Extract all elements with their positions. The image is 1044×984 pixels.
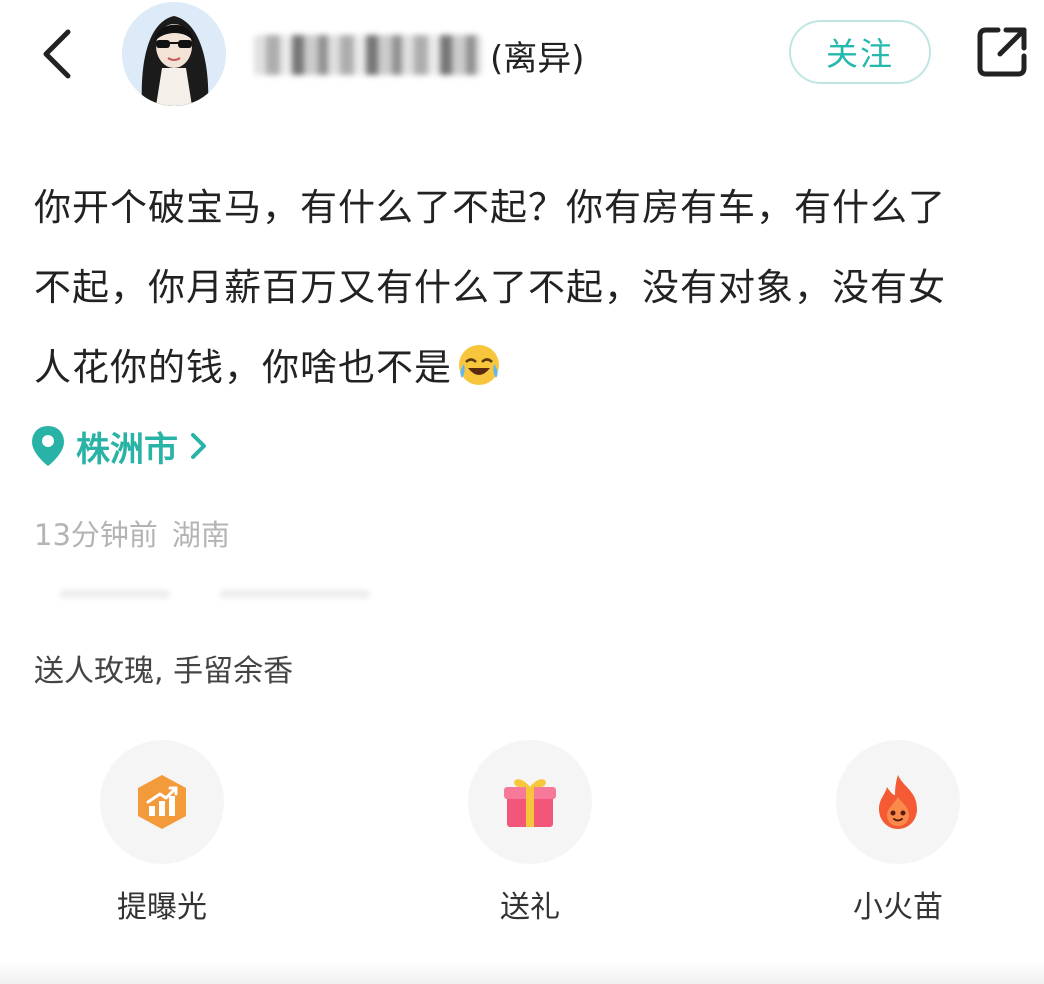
- blurred-content: [60, 590, 380, 604]
- share-icon[interactable]: [972, 22, 1032, 82]
- blurred-nickname: [254, 35, 482, 75]
- boost-exposure-icon-circle: [100, 740, 224, 864]
- flame-icon-circle: [836, 740, 960, 864]
- little-flame-label: 小火苗: [853, 890, 943, 925]
- bottom-divider: [0, 960, 1044, 984]
- username[interactable]: (离异): [254, 30, 585, 80]
- post-header: (离异) 关注: [0, 0, 1044, 110]
- follow-button[interactable]: 关注: [789, 20, 931, 84]
- location-label: 株洲市: [76, 429, 178, 470]
- post-line: 不起，你月薪百万又有什么了不起，没有对象，没有女: [34, 266, 946, 309]
- boost-exposure-icon: [138, 775, 186, 829]
- post-time: 13分钟前: [34, 518, 158, 552]
- little-flame-button[interactable]: 小火苗: [828, 740, 968, 926]
- post-region: 湖南: [171, 518, 230, 552]
- boost-exposure-button[interactable]: 提曝光: [92, 740, 232, 926]
- gift-icon-circle: [468, 740, 592, 864]
- post-meta: 13分钟前 湖南: [34, 512, 230, 554]
- chevron-right-icon: [191, 433, 206, 459]
- post-line: 你开个破宝马，有什么了不起？你有房有车，有什么了: [34, 186, 946, 229]
- gift-prompt: 送人玫瑰, 手留余香: [34, 654, 294, 689]
- post-line: 人花你的钱，你啥也不是: [34, 328, 1024, 408]
- laughing-crying-emoji-icon: [459, 345, 499, 385]
- gift-icon: [504, 779, 556, 827]
- post-line-text: 人花你的钱，你啥也不是: [34, 346, 452, 389]
- avatar[interactable]: [122, 2, 226, 106]
- location-tag[interactable]: 株洲市: [30, 418, 210, 474]
- post-content: 你开个破宝马，有什么了不起？你有房有车，有什么了 不起，你月薪百万又有什么了不起…: [34, 168, 1024, 408]
- avatar-illustration: [122, 2, 226, 106]
- back-arrow-icon[interactable]: [30, 22, 90, 86]
- flame-icon: [879, 775, 917, 829]
- location-pin-icon: [32, 426, 64, 466]
- send-gift-label: 送礼: [500, 890, 560, 925]
- send-gift-button[interactable]: 送礼: [460, 740, 600, 926]
- username-suffix: (离异): [490, 38, 585, 79]
- boost-exposure-label: 提曝光: [117, 890, 207, 925]
